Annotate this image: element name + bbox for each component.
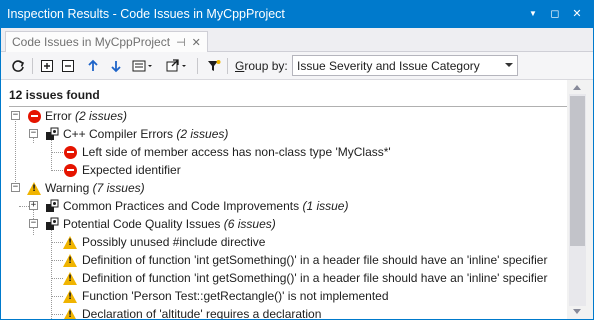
chevron-down-icon [505, 63, 513, 67]
issues-tree: − Error (2 issues) − C++ Compiler Errors… [1, 107, 567, 319]
error-icon [63, 145, 77, 159]
expand-all-icon[interactable] [38, 57, 56, 75]
toolbar-separator [227, 58, 228, 74]
filter-icon[interactable] [205, 57, 223, 75]
tab-strip: Code Issues in MyCppProject ⊣ ✕ [1, 28, 593, 52]
issue-text: Definition of function 'int getSomething… [82, 253, 548, 267]
export-icon[interactable] [131, 57, 155, 75]
warning-icon [63, 289, 77, 303]
issue-text: Left side of member access has non-class… [82, 145, 391, 159]
warning-icon [63, 271, 77, 285]
close-window-button[interactable]: ✕ [569, 6, 585, 22]
error-icon [63, 163, 77, 177]
scrollbar-thumb[interactable] [570, 96, 585, 246]
tree-node-code-quality[interactable]: − Potential Code Quality Issues (6 issue… [1, 215, 567, 233]
warning-icon [63, 235, 77, 249]
results-panel: 12 issues found − Error (2 issues) − C++… [1, 80, 593, 319]
node-label: Error (2 issues) [45, 109, 128, 123]
issues-summary: 12 issues found [9, 88, 100, 102]
category-icon [45, 199, 59, 213]
collapse-toggle[interactable]: − [11, 183, 20, 192]
tab-label: Code Issues in MyCppProject [12, 35, 171, 49]
tree-leaf-issue[interactable]: Expected identifier [1, 161, 567, 179]
category-icon [45, 217, 59, 231]
node-label: Common Practices and Code Improvements (… [63, 199, 349, 213]
toolbar-separator [197, 58, 198, 74]
group-by-label: Group by: [235, 59, 288, 73]
expand-toggle[interactable]: + [29, 201, 38, 210]
window-title: Inspection Results - Code Issues in MyCp… [7, 7, 285, 21]
toolbar: Group by: Issue Severity and Issue Categ… [1, 52, 593, 80]
group-by-select[interactable]: Issue Severity and Issue Category [292, 55, 518, 76]
issue-text: Possibly unused #include directive [82, 235, 266, 249]
tree-node-warning[interactable]: − Warning (7 issues) [1, 179, 567, 197]
issue-text: Function 'Person Test::getRectangle()' i… [82, 289, 389, 303]
collapse-toggle[interactable]: − [11, 111, 20, 120]
scroll-up-icon[interactable] [573, 85, 581, 90]
refresh-icon[interactable] [9, 57, 27, 75]
tree-leaf-issue[interactable]: Left side of member access has non-class… [1, 143, 567, 161]
node-label: C++ Compiler Errors (2 issues) [63, 127, 229, 141]
collapse-all-icon[interactable] [59, 57, 77, 75]
warning-icon [63, 253, 77, 267]
window-menu-button[interactable]: ▼ [525, 6, 541, 22]
issue-text: Declaration of 'altitude' requires a dec… [82, 307, 322, 319]
title-bar: Inspection Results - Code Issues in MyCp… [1, 1, 593, 28]
tree-leaf-issue[interactable]: Function 'Person Test::getRectangle()' i… [1, 287, 567, 305]
next-icon[interactable] [107, 57, 125, 75]
tree-node-common-practices[interactable]: + Common Practices and Code Improvements… [1, 197, 567, 215]
tree-leaf-issue[interactable]: Declaration of 'altitude' requires a dec… [1, 305, 567, 319]
toolbar-separator [32, 58, 33, 74]
inspection-results-window: Inspection Results - Code Issues in MyCp… [0, 0, 594, 320]
collapse-toggle[interactable]: − [29, 129, 38, 138]
error-icon [27, 109, 41, 123]
previous-icon[interactable] [84, 57, 102, 75]
tree-leaf-issue[interactable]: Definition of function 'int getSomething… [1, 251, 567, 269]
pin-icon[interactable]: ⊣ [176, 36, 186, 49]
open-in-icon[interactable] [165, 57, 189, 75]
issue-text: Expected identifier [82, 163, 181, 177]
group-by-value: Issue Severity and Issue Category [297, 58, 480, 73]
warning-icon [63, 307, 77, 319]
restore-button[interactable]: ◻ [547, 6, 563, 22]
category-icon [45, 127, 59, 141]
scroll-down-icon[interactable] [573, 309, 581, 314]
issue-text: Definition of function 'int getSomething… [82, 271, 548, 285]
node-label: Potential Code Quality Issues (6 issues) [63, 217, 276, 231]
warning-icon [27, 181, 41, 195]
node-label: Warning (7 issues) [45, 181, 145, 195]
tree-leaf-issue[interactable]: Possibly unused #include directive [1, 233, 567, 251]
tab-code-issues[interactable]: Code Issues in MyCppProject ⊣ ✕ [5, 31, 208, 52]
tree-node-error[interactable]: − Error (2 issues) [1, 107, 567, 125]
tree-node-compiler-errors[interactable]: − C++ Compiler Errors (2 issues) [1, 125, 567, 143]
collapse-toggle[interactable]: − [29, 219, 38, 228]
tree-leaf-issue[interactable]: Definition of function 'int getSomething… [1, 269, 567, 287]
close-tab-icon[interactable]: ✕ [192, 36, 201, 49]
